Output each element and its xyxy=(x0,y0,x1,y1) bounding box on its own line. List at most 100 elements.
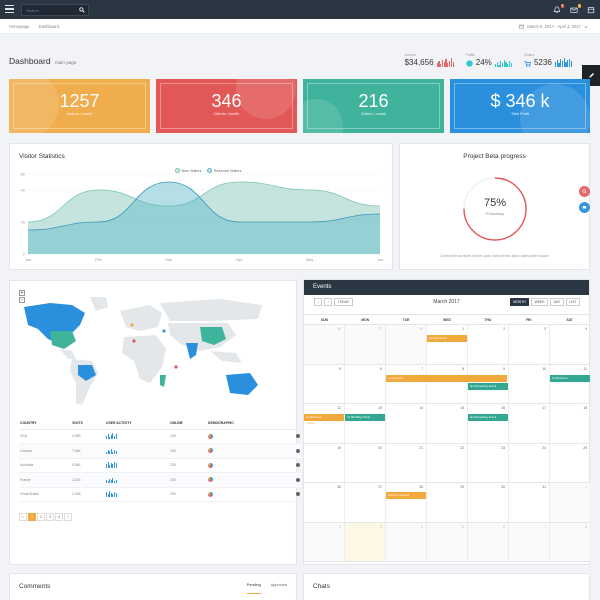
pagination-button[interactable]: 4 xyxy=(55,513,63,521)
row-action-button[interactable] xyxy=(296,448,300,453)
pagination-button[interactable]: ‹ xyxy=(19,513,27,521)
map-region-central-america[interactable] xyxy=(60,349,76,359)
calendar-day-cell[interactable]: 16 xyxy=(468,404,509,443)
map-marker[interactable] xyxy=(130,323,134,327)
floating-action-button[interactable] xyxy=(579,186,590,197)
row-action-button[interactable] xyxy=(296,477,300,482)
calendar-view-list[interactable]: LIST xyxy=(565,298,580,306)
map-region-australia[interactable] xyxy=(226,373,258,395)
calendar-day-cell[interactable]: 22 xyxy=(427,443,468,482)
table-row[interactable]: Canada 7,684 235 xyxy=(19,443,301,459)
calendar-view-month[interactable]: MONTH xyxy=(509,298,530,306)
calendar-day-cell[interactable]: 28 xyxy=(386,483,427,522)
calendar-day-cell[interactable]: 3 xyxy=(509,325,550,364)
calendar-event[interactable]: 7p Birthday Party xyxy=(345,414,385,421)
calendar-day-cell[interactable]: 23 xyxy=(468,443,509,482)
calendar-day-cell[interactable]: 19 xyxy=(304,443,345,482)
calendar-day-cell[interactable]: 27 xyxy=(345,483,386,522)
calendar-day-cell[interactable]: 8 xyxy=(550,522,590,561)
calendar-day-cell[interactable]: 1 xyxy=(550,483,590,522)
calendar-event[interactable]: Long Event xyxy=(386,375,507,382)
pagination-button[interactable]: › xyxy=(64,513,72,521)
calendar-view-week[interactable]: WEEK xyxy=(531,298,549,306)
calendar-day-cell[interactable]: 5 xyxy=(304,364,345,403)
calendar-day-cell[interactable]: 11 xyxy=(550,365,590,404)
calendar-event[interactable]: All Day Event xyxy=(427,335,467,342)
map-marker[interactable] xyxy=(162,329,166,333)
calendar-day-cell[interactable]: 30 xyxy=(468,483,509,522)
map-region-north-america-east[interactable] xyxy=(50,331,76,349)
calendar-day-cell[interactable]: 2 xyxy=(304,522,345,561)
calendar-event[interactable]: Click for Google xyxy=(386,492,426,499)
column-header[interactable]: USER ACTIVITY xyxy=(105,418,169,430)
calendar-next-button[interactable]: › xyxy=(324,298,333,306)
calendar-view-day[interactable]: DAY xyxy=(550,298,564,306)
calendar-day-cell[interactable]: 3 xyxy=(345,522,386,561)
calendar-day-cell[interactable]: 17 xyxy=(509,404,550,443)
calendar-prev-button[interactable]: ‹ xyxy=(314,298,323,306)
row-action-button[interactable] xyxy=(296,463,300,468)
calendar-day-cell[interactable]: 26 xyxy=(304,483,345,522)
pagination-button[interactable]: 3 xyxy=(46,513,54,521)
calendar-day-cell[interactable]: 1 xyxy=(427,325,468,364)
map-region-madagascar[interactable] xyxy=(160,375,166,387)
date-range-picker[interactable]: March 6, 2017 - April 3, 2017 xyxy=(519,24,588,29)
map-region-greenland[interactable] xyxy=(90,297,108,311)
column-header[interactable]: DEMOGRAPHIC xyxy=(207,418,259,430)
calendar-day-cell[interactable]: 29 xyxy=(427,483,468,522)
calendar-day-cell[interactable]: 13 xyxy=(345,404,386,443)
kpi-tile-clients[interactable]: 346 Clients / month xyxy=(156,79,297,133)
world-map[interactable] xyxy=(10,295,298,410)
column-header[interactable]: COUNTRY xyxy=(19,418,71,430)
calendar-day-cell[interactable]: 4 xyxy=(386,522,427,561)
map-marker[interactable] xyxy=(132,339,136,343)
calendar-day-cell[interactable]: 31 xyxy=(509,483,550,522)
calendar-day-cell[interactable]: 7 xyxy=(509,522,550,561)
column-header[interactable]: ONLINE xyxy=(169,418,207,430)
map-region-africa[interactable] xyxy=(122,335,166,383)
calendar-event[interactable]: 4p Repeating Event xyxy=(468,383,508,390)
row-action-button[interactable] xyxy=(296,434,300,439)
kpi-tile-orders[interactable]: 216 Orders / month xyxy=(303,79,444,133)
calendar-day-cell[interactable]: 7 xyxy=(386,364,427,403)
column-header[interactable]: VISITS xyxy=(71,418,105,430)
map-region-southeast-asia[interactable] xyxy=(210,351,242,363)
calendar-event[interactable]: Conference xyxy=(304,414,344,421)
calendar-today-button[interactable]: TODAY xyxy=(334,298,353,306)
calendar-day-cell[interactable]: 21 xyxy=(386,443,427,482)
calendar-day-cell[interactable]: 2 xyxy=(468,325,509,364)
search-icon[interactable] xyxy=(79,7,85,13)
kpi-tile-profit[interactable]: $ 346 k Total Profit xyxy=(450,79,590,133)
pagination-button[interactable]: 2 xyxy=(37,513,45,521)
calendar-day-cell[interactable]: 27 xyxy=(345,325,386,364)
calendar-day-cell[interactable]: 14 xyxy=(386,404,427,443)
tab-approved[interactable]: Approved xyxy=(271,583,287,594)
calendar-day-cell[interactable]: 5 xyxy=(427,522,468,561)
calendar-day-cell[interactable]: 26 xyxy=(304,325,345,364)
calendar-event[interactable]: Conference xyxy=(550,375,590,382)
table-row[interactable]: France 2,316 235 xyxy=(19,472,301,488)
map-region-europe[interactable] xyxy=(120,305,162,331)
search-input[interactable] xyxy=(26,6,78,15)
calendar-day-cell[interactable]: 6 xyxy=(345,364,386,403)
floating-action-button[interactable] xyxy=(579,202,590,213)
map-region-india[interactable] xyxy=(186,343,198,359)
calendar-event[interactable]: 4p Repeating Event xyxy=(468,414,508,421)
notifications-button[interactable]: 2 xyxy=(553,3,564,14)
calendar-day-cell[interactable]: 8 xyxy=(427,364,468,403)
calendar-day-cell[interactable]: 10 xyxy=(509,364,550,403)
table-row[interactable]: Australia 5,564 235 xyxy=(19,458,301,473)
row-action-button[interactable] xyxy=(296,492,300,497)
breadcrumb-home-link[interactable]: Homepage xyxy=(9,24,30,29)
menu-toggle-icon[interactable] xyxy=(5,5,14,13)
calendar-day-cell[interactable]: 15 xyxy=(427,404,468,443)
calendar-day-cell[interactable]: 18 xyxy=(550,404,590,443)
map-region-russia[interactable] xyxy=(160,299,262,321)
calendar-day-cell[interactable]: 20 xyxy=(345,443,386,482)
calendar-day-cell[interactable]: 28 xyxy=(386,325,427,364)
tasks-button[interactable] xyxy=(587,6,595,14)
calendar-day-cell[interactable]: 4 xyxy=(550,325,590,364)
tab-pending[interactable]: Pending xyxy=(246,583,261,594)
kpi-tile-visitors[interactable]: 1257 Visitors / month xyxy=(9,79,150,133)
table-row[interactable]: USA 4,583 235 xyxy=(19,429,301,444)
